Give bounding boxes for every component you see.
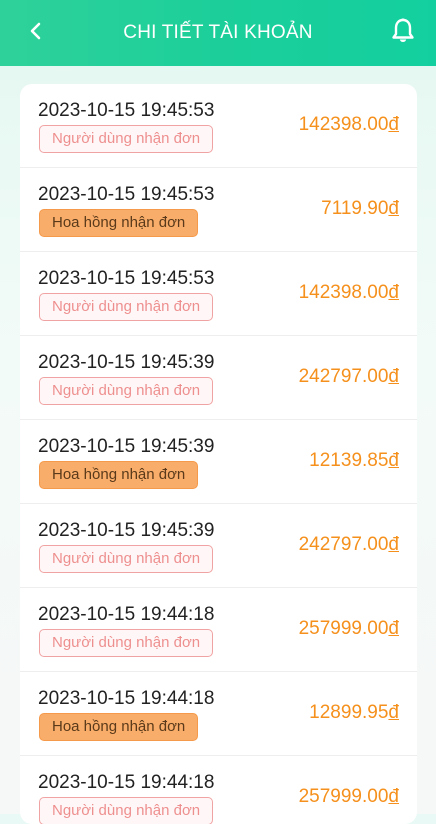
currency-symbol: đ	[388, 114, 399, 135]
transaction-amount: 12139.85đ	[309, 450, 399, 472]
amount-value: 142398.00	[298, 282, 389, 303]
amount-value: 12899.95	[309, 702, 389, 723]
transaction-row[interactable]: 2023-10-15 19:45:39 Hoa hồng nhận đơn 1213…	[20, 420, 417, 504]
transaction-list: 2023-10-15 19:45:53 Người dùng nhận đơn 14…	[20, 84, 417, 824]
amount-value: 142398.00	[298, 114, 389, 135]
currency-symbol: đ	[388, 198, 399, 219]
app-header: CHI TIẾT TÀI KHOẢN	[0, 0, 436, 66]
transaction-time: 2023-10-15 19:44:18	[38, 688, 215, 709]
transaction-time: 2023-10-15 19:45:39	[38, 436, 215, 457]
page-title: CHI TIẾT TÀI KHOẢN	[123, 22, 313, 43]
transaction-row[interactable]: 2023-10-15 19:45:53 Hoa hồng nhận đơn 7119…	[20, 168, 417, 252]
transaction-amount: 12899.95đ	[309, 702, 399, 724]
user-order-badge: Người dùng nhận đơn	[39, 377, 214, 405]
currency-symbol: đ	[388, 366, 399, 387]
amount-value: 257999.00	[298, 786, 389, 807]
transaction-time: 2023-10-15 19:44:18	[38, 772, 215, 793]
transaction-time: 2023-10-15 19:45:53	[38, 184, 215, 205]
transaction-row[interactable]: 2023-10-15 19:45:53 Người dùng nhận đơn 14…	[20, 84, 417, 168]
currency-symbol: đ	[388, 702, 399, 723]
amount-value: 242797.00	[298, 534, 389, 555]
currency-symbol: đ	[388, 282, 399, 303]
user-order-badge: Người dùng nhận đơn	[39, 293, 214, 321]
currency-symbol: đ	[388, 534, 399, 555]
notification-button[interactable]	[390, 17, 416, 45]
transaction-time: 2023-10-15 19:45:53	[38, 100, 215, 121]
currency-symbol: đ	[388, 786, 399, 807]
transaction-time: 2023-10-15 19:44:18	[38, 604, 215, 625]
chevron-left-icon	[30, 22, 41, 40]
user-order-badge: Người dùng nhận đơn	[39, 797, 214, 824]
transaction-time: 2023-10-15 19:45:39	[38, 520, 215, 541]
transaction-row[interactable]: 2023-10-15 19:45:39 Người dùng nhận đơn 24…	[20, 336, 417, 420]
transaction-time: 2023-10-15 19:45:53	[38, 268, 215, 289]
transaction-amount: 257999.00đ	[299, 618, 399, 640]
user-order-badge: Người dùng nhận đơn	[39, 545, 214, 573]
user-order-badge: Người dùng nhận đơn	[39, 629, 214, 657]
transaction-row[interactable]: 2023-10-15 19:45:39 Người dùng nhận đơn 24…	[20, 504, 417, 588]
amount-value: 257999.00	[298, 618, 389, 639]
transaction-amount: 242797.00đ	[299, 534, 399, 556]
transaction-row[interactable]: 2023-10-15 19:45:53 Người dùng nhận đơn 14…	[20, 252, 417, 336]
transaction-row[interactable]: 2023-10-15 19:44:18 Hoa hồng nhận đơn 1289…	[20, 672, 417, 756]
back-button[interactable]	[24, 19, 48, 43]
transaction-amount: 257999.00đ	[299, 786, 399, 808]
currency-symbol: đ	[388, 618, 399, 639]
transaction-time: 2023-10-15 19:45:39	[38, 352, 215, 373]
transaction-amount: 242797.00đ	[299, 366, 399, 388]
amount-value: 12139.85	[309, 450, 389, 471]
amount-value: 7119.90	[321, 198, 389, 219]
user-order-badge: Người dùng nhận đơn	[39, 125, 214, 153]
bell-icon	[392, 18, 414, 42]
commission-badge: Hoa hồng nhận đơn	[39, 209, 199, 237]
transaction-amount: 7119.90đ	[321, 198, 399, 220]
amount-value: 242797.00	[298, 366, 389, 387]
transaction-amount: 142398.00đ	[299, 282, 399, 304]
transaction-amount: 142398.00đ	[299, 114, 399, 136]
currency-symbol: đ	[388, 450, 399, 471]
commission-badge: Hoa hồng nhận đơn	[39, 461, 199, 489]
transaction-row[interactable]: 2023-10-15 19:44:18 Người dùng nhận đơn 25…	[20, 588, 417, 672]
commission-badge: Hoa hồng nhận đơn	[39, 713, 199, 741]
